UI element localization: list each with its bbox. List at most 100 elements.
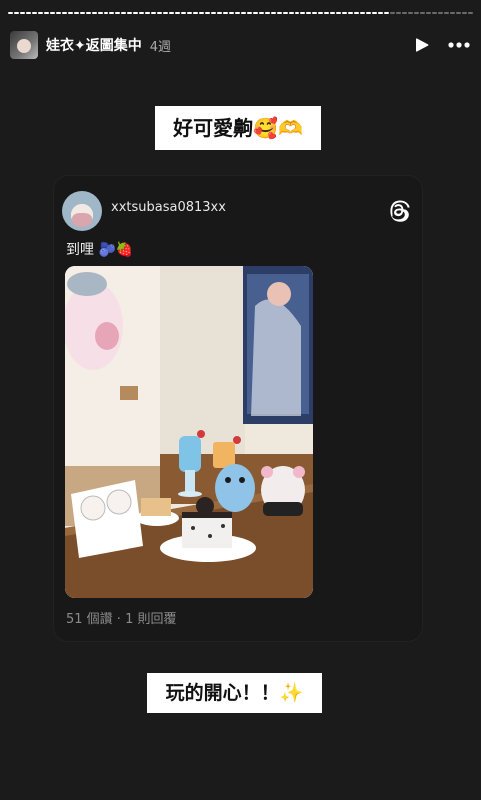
story-progress-fill — [61, 12, 67, 14]
story-progress-fill — [234, 12, 240, 14]
story-progress-segment — [13, 12, 19, 14]
story-progress-fill — [13, 12, 19, 14]
story-progress-segment — [330, 12, 336, 14]
story-progress-fill — [378, 12, 384, 14]
highlight-avatar[interactable] — [10, 31, 38, 59]
story-progress-fill — [187, 12, 193, 14]
story-progress-fill — [276, 12, 282, 14]
story-progress-segment — [413, 12, 419, 14]
story-progress-fill — [312, 12, 318, 14]
story-progress-fill — [282, 12, 288, 14]
story-progress-segment — [294, 12, 300, 14]
more-options-button[interactable] — [447, 34, 471, 56]
story-progress-fill — [151, 12, 157, 14]
story-progress-fill — [246, 12, 252, 14]
story-progress-segment — [461, 12, 467, 14]
story-progress-segment — [324, 12, 330, 14]
story-progress-fill — [354, 12, 360, 14]
story-progress-segment — [216, 12, 222, 14]
story-progress-segment — [109, 12, 115, 14]
story-progress-segment — [407, 12, 413, 14]
cafe-photo-illustration — [65, 266, 313, 598]
story-progress-fill — [360, 12, 366, 14]
story-progress-fill — [294, 12, 300, 14]
story-progress-segment — [8, 12, 13, 14]
play-button[interactable] — [411, 34, 433, 56]
story-progress-segment — [390, 12, 395, 14]
story-progress-fill — [19, 12, 25, 14]
story-progress-segment — [67, 12, 73, 14]
story-progress-segment — [79, 12, 85, 14]
story-progress-segment — [270, 12, 276, 14]
story-progress-fill — [127, 12, 133, 14]
story-progress-fill — [121, 12, 127, 14]
story-progress-fill — [300, 12, 306, 14]
story-progress-segment — [372, 12, 378, 14]
story-progress-segment — [401, 12, 407, 14]
story-progress-fill — [91, 12, 97, 14]
story-progress-segment — [348, 12, 354, 14]
story-age: 4週 — [149, 39, 172, 55]
story-progress-segment — [312, 12, 318, 14]
story-progress-segment — [306, 12, 312, 14]
story-progress-segment — [431, 12, 437, 14]
story-progress-fill — [306, 12, 312, 14]
story-progress-fill — [336, 12, 342, 14]
story-progress-fill — [210, 12, 216, 14]
story-progress-segment — [360, 12, 366, 14]
story-progress-fill — [145, 12, 151, 14]
story-progress-segment — [336, 12, 342, 14]
story-progress-segment — [193, 12, 198, 14]
post-stats[interactable]: 51 個讚 · 1 則回覆 — [66, 608, 176, 627]
story-progress-segment — [187, 12, 193, 14]
story-progress-segment — [157, 12, 163, 14]
story-progress-fill — [384, 12, 389, 14]
story-progress-fill — [199, 12, 204, 14]
story-progress-segment — [342, 12, 348, 14]
story-progress-fill — [97, 12, 103, 14]
text-sticker-top: 好可愛齁🥰🫶 — [155, 106, 321, 150]
story-progress-fill — [288, 12, 294, 14]
post-photo[interactable] — [65, 266, 313, 598]
story-progress-segment — [103, 12, 109, 14]
story-progress-segment — [97, 12, 103, 14]
story-progress-segment — [366, 12, 372, 14]
story-progress-segment — [73, 12, 79, 14]
play-icon — [416, 38, 429, 52]
story-progress-fill — [31, 12, 37, 14]
story-progress-fill — [109, 12, 115, 14]
story-progress-fill — [240, 12, 246, 14]
story-progress-segment — [228, 12, 234, 14]
story-progress-segment — [43, 12, 49, 14]
story-progress-fill — [348, 12, 354, 14]
post-author-username[interactable]: xxtsubasa0813xx — [111, 200, 226, 215]
post-author-avatar[interactable] — [62, 191, 102, 231]
story-progress-segment — [151, 12, 157, 14]
story-progress-segment — [282, 12, 288, 14]
story-progress-segment — [25, 12, 31, 14]
story-progress-segment — [240, 12, 246, 14]
story-progress-segment — [425, 12, 431, 14]
post-caption: 到哩 🫐🍓 — [66, 242, 134, 258]
story-progress-fill — [79, 12, 85, 14]
story-progress-segment — [204, 12, 210, 14]
story-progress-fill — [115, 12, 121, 14]
story-progress-segment — [169, 12, 175, 14]
story-progress-fill — [175, 12, 181, 14]
text-sticker-bottom: 玩的開心！！✨ — [147, 673, 322, 713]
story-progress-segment — [133, 12, 139, 14]
threads-post-card[interactable]: xxtsubasa0813xx 到哩 🫐🍓 51 個讚 · 1 則回覆 — [54, 176, 422, 641]
story-progress-segment — [419, 12, 425, 14]
story-progress-fill — [85, 12, 91, 14]
story-progress-fill — [163, 12, 169, 14]
story-progress-fill — [157, 12, 163, 14]
highlight-title[interactable]: 娃衣✦返圖集中 — [46, 35, 142, 55]
story-progress-segment — [354, 12, 360, 14]
story-progress-segment — [91, 12, 97, 14]
story-progress-segment — [61, 12, 67, 14]
story-progress-segment — [384, 12, 389, 14]
story-progress-fill — [204, 12, 210, 14]
story-progress-segment — [395, 12, 401, 14]
story-progress-segment — [222, 12, 228, 14]
story-progress-fill — [193, 12, 198, 14]
